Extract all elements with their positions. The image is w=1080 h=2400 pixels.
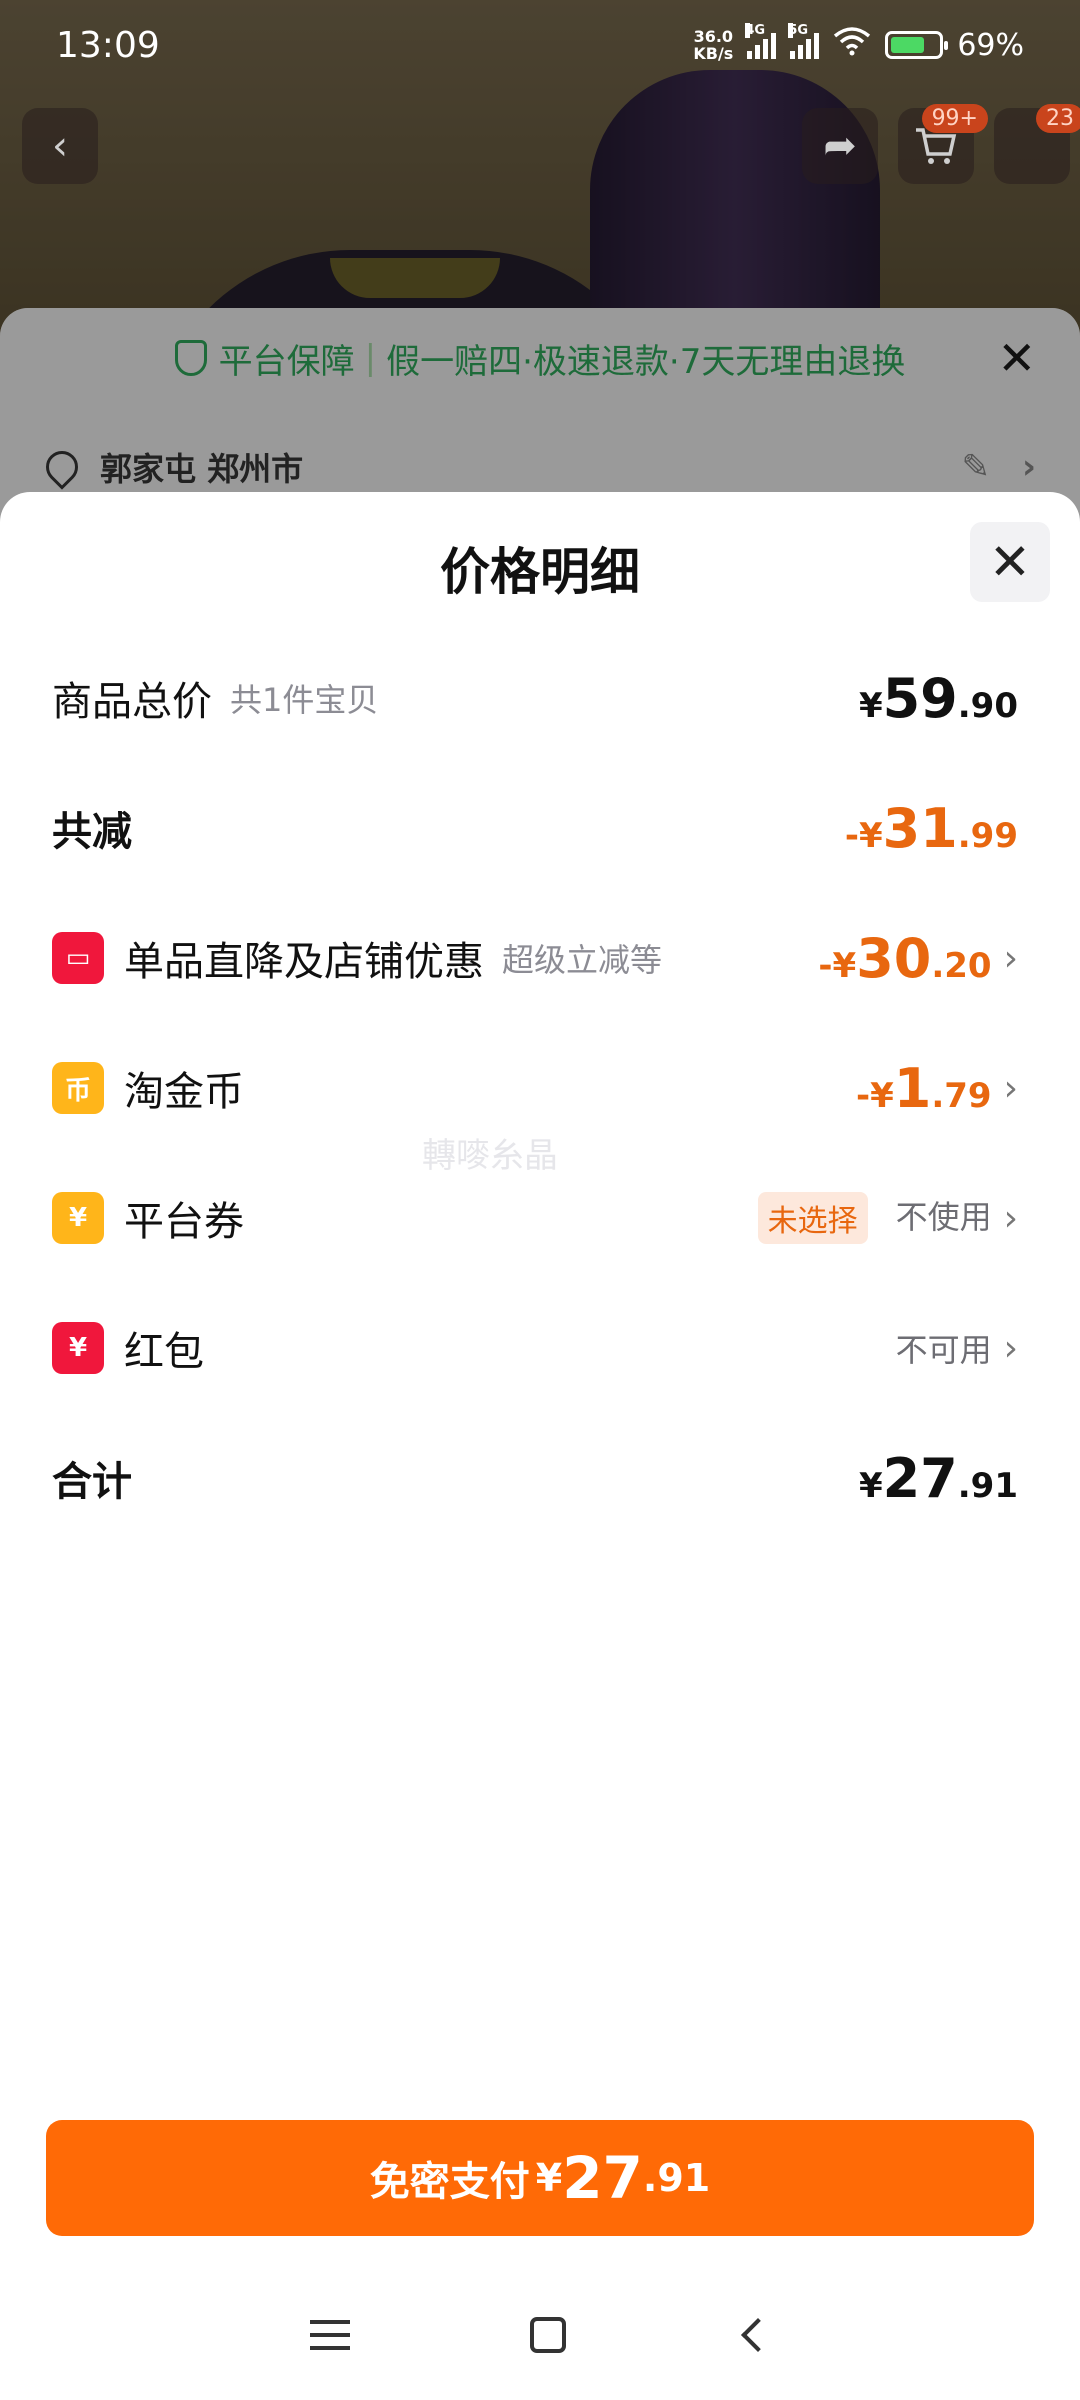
row-store-discount[interactable]: ▭ 单品直降及店铺优惠 超级立减等 - ¥ 30 .20 › — [52, 918, 1018, 998]
row-label: 商品总价 — [52, 679, 212, 725]
red-packet-icon: ¥ — [52, 1322, 104, 1374]
coin-icon: 币 — [52, 1062, 104, 1114]
platform-guarantee-banner: 平台保障 | 假一赔四·极速退款·7天无理由退换 ✕ — [0, 308, 1080, 408]
battery-percent: 69% — [957, 27, 1024, 63]
total-discount-price: - ¥ 31 .99 — [844, 796, 1018, 860]
row-sub: 超级立减等 — [502, 941, 663, 979]
cart-badge: 99+ — [921, 104, 988, 133]
row-sub: 共1件宝贝 — [230, 681, 379, 719]
location-pin-icon — [39, 444, 85, 490]
share-icon[interactable]: ➦ — [802, 108, 878, 184]
pay-button[interactable]: 免密支付 ¥ 27 .91 — [46, 2120, 1034, 2236]
store-icon: ▭ — [52, 932, 104, 984]
message-icon[interactable]: 23 — [994, 104, 1080, 184]
chevron-right-icon: › — [1003, 1197, 1018, 1239]
signal-5g-icon: 5G — [788, 23, 820, 59]
chevron-right-icon: › — [1003, 937, 1018, 979]
row-label: 单品直降及店铺优惠 — [124, 939, 484, 985]
message-badge: 23 — [1036, 104, 1080, 133]
status-time: 13:09 — [56, 24, 160, 66]
menu-icon[interactable] — [310, 2320, 350, 2350]
close-icon[interactable]: ✕ — [997, 331, 1036, 385]
back-icon[interactable]: ‹ — [22, 108, 98, 184]
battery-icon — [885, 31, 949, 59]
system-nav-bar — [0, 2290, 1080, 2380]
row-label: 共减 — [52, 809, 132, 855]
grand-total-price: ¥ 27 .91 — [858, 1446, 1018, 1510]
chevron-right-icon: › — [1003, 1327, 1018, 1369]
coupon-value: 不使用 — [895, 1198, 992, 1236]
guarantee-terms: 假一赔四·极速退款·7天无理由退换 — [386, 341, 906, 382]
not-selected-tag: 未选择 — [757, 1192, 868, 1244]
wifi-icon — [833, 26, 871, 64]
row-grand-total: 合计 ¥ 27 .91 — [52, 1438, 1018, 1518]
signal-icon: 4G — [745, 23, 777, 59]
edit-icon[interactable]: ✎ — [961, 447, 990, 487]
chevron-right-icon: › — [1003, 1067, 1018, 1109]
cart-icon[interactable]: 99+ — [898, 104, 988, 184]
close-sheet-button[interactable]: ✕ — [970, 522, 1050, 602]
status-bar: 13:09 36.0 KB/s 4G 5G 69% — [0, 0, 1080, 90]
separator: | — [364, 338, 377, 378]
row-label: 平台券 — [124, 1199, 244, 1245]
shield-icon — [174, 340, 207, 376]
row-label: 淘金币 — [124, 1069, 244, 1115]
goods-total-price: ¥ 59 .90 — [858, 666, 1018, 730]
back-icon[interactable] — [741, 2318, 775, 2352]
home-icon[interactable] — [530, 2317, 566, 2353]
row-taojinbi[interactable]: 币 淘金币 - ¥ 1 .79 › — [52, 1048, 1018, 1128]
row-total-discount: 共减 - ¥ 31 .99 — [52, 788, 1018, 868]
address-text: 郭家屯 郑州市 — [100, 450, 304, 488]
guarantee-label: 平台保障 — [218, 341, 355, 382]
store-discount-price: - ¥ 30 .20 — [818, 926, 992, 990]
watermark-text: 轉嘜糸晶 — [422, 1136, 558, 1176]
close-icon: ✕ — [989, 533, 1031, 591]
row-red-packet[interactable]: ¥ 红包 不可用 › — [52, 1308, 1018, 1388]
row-label: 红包 — [124, 1329, 204, 1375]
price-detail-sheet: 价格明细 ✕ 商品总价 共1件宝贝 ¥ 59 .90 共减 - ¥ 31 .99… — [0, 492, 1080, 2400]
net-speed: 36.0 KB/s — [693, 27, 734, 63]
red-packet-value: 不可用 — [895, 1331, 992, 1369]
row-platform-coupon[interactable]: ¥ 平台券 未选择 不使用 › — [52, 1178, 1018, 1258]
row-goods-total: 商品总价 共1件宝贝 ¥ 59 .90 — [52, 658, 1018, 738]
row-label: 合计 — [52, 1459, 132, 1505]
coupon-icon: ¥ — [52, 1192, 104, 1244]
sheet-title: 价格明细 — [440, 543, 640, 601]
taojinbi-price: - ¥ 1 .79 — [855, 1056, 992, 1120]
chevron-right-icon: › — [1021, 447, 1036, 487]
product-top-nav: ‹ ➦ 99+ 23 — [0, 104, 1080, 188]
